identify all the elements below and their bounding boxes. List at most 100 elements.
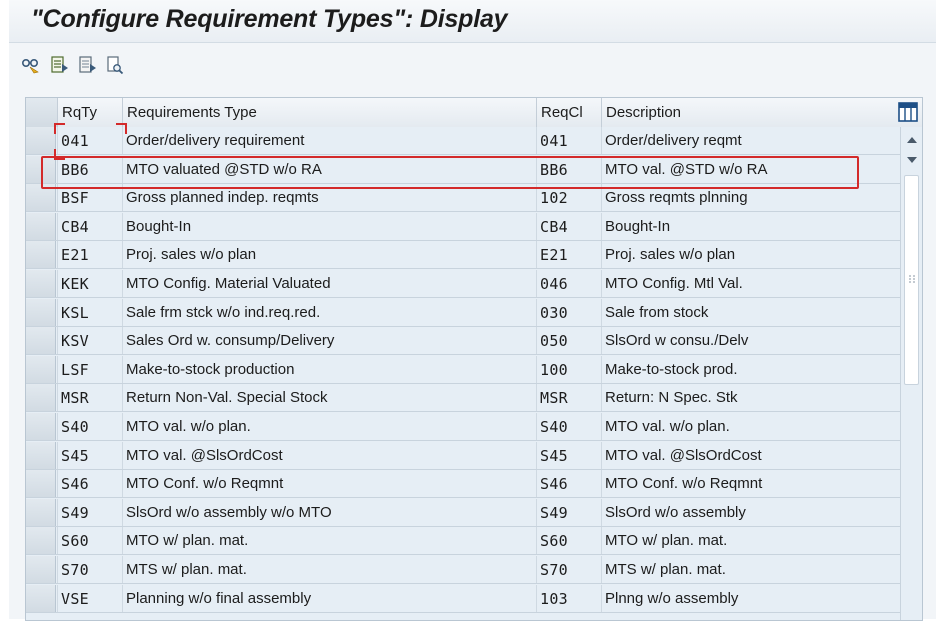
table-row[interactable]: VSE Planning w/o final assembly 103 Plnng w…: [26, 584, 900, 613]
cell-description: Order/delivery reqmt: [601, 127, 900, 154]
column-header-rqty[interactable]: RqTy: [57, 98, 122, 127]
cell-reqcl: 030: [536, 298, 601, 326]
table-row[interactable]: BB6 MTO valuated @STD w/o RA BB6 MTO val. @…: [26, 155, 900, 184]
cell-description: Sale from stock: [601, 298, 900, 326]
cell-requirements-type: Planning w/o final assembly: [122, 584, 536, 612]
cell-requirements-type: MTS w/ plan. mat.: [122, 556, 536, 583]
row-selector[interactable]: [26, 470, 56, 498]
table-row[interactable]: KEK MTO Config. Material Valuated 046 MTO C…: [26, 270, 900, 298]
cell-reqcl: MSR: [536, 384, 601, 412]
focus-corner-bottom-left: [54, 149, 65, 160]
table-row[interactable]: S45 MTO val. @SlsOrdCost S45 MTO val. @SlsO…: [26, 441, 900, 470]
cell-rqty: VSE: [57, 584, 122, 612]
cell-rqty: S70: [57, 556, 122, 583]
row-selector[interactable]: [26, 498, 56, 526]
table-row[interactable]: S46 MTO Conf. w/o Reqmnt S46 MTO Conf. w/o …: [26, 470, 900, 499]
cell-rqty: KEK: [57, 270, 122, 297]
table-row[interactable]: S49 SlsOrd w/o assembly w/o MTO S49 SlsOrd …: [26, 498, 900, 527]
vertical-scrollbar[interactable]: [900, 127, 922, 620]
cell-reqcl: 046: [536, 270, 601, 297]
column-header-reqcl[interactable]: ReqCl: [536, 98, 601, 127]
column-header-requirements-type[interactable]: Requirements Type: [122, 98, 536, 127]
row-selector[interactable]: [26, 355, 56, 383]
cell-reqcl: S46: [536, 470, 601, 498]
window-title: "Configure Requirement Types": Display: [31, 5, 508, 33]
cell-rqty: S60: [57, 527, 122, 555]
table-row[interactable]: LSF Make-to-stock production 100 Make-to-st…: [26, 355, 900, 384]
cell-description: SlsOrd w/o assembly: [601, 498, 900, 526]
deselect-all-icon[interactable]: [77, 55, 97, 75]
row-selector[interactable]: [26, 184, 56, 212]
scroll-down-icon[interactable]: [905, 153, 919, 167]
select-all-icon[interactable]: [49, 55, 69, 75]
select-all-rows-header[interactable]: [26, 98, 57, 127]
cell-reqcl: 103: [536, 584, 601, 612]
row-selector[interactable]: [26, 384, 56, 412]
cell-requirements-type: Gross planned indep. reqmts: [122, 184, 536, 212]
cell-reqcl: 100: [536, 355, 601, 383]
cell-requirements-type: Sales Ord w. consump/Delivery: [122, 327, 536, 355]
table-row[interactable]: 041 Order/delivery requirement 041 Order/de…: [26, 127, 900, 155]
table-row[interactable]: MSR Return Non-Val. Special Stock MSR Retur…: [26, 384, 900, 413]
cell-reqcl: CB4: [536, 212, 601, 240]
cell-reqcl: E21: [536, 241, 601, 269]
cell-requirements-type: Make-to-stock production: [122, 355, 536, 383]
title-bar: "Configure Requirement Types": Display: [9, 0, 936, 43]
row-selector[interactable]: [26, 270, 56, 297]
cell-requirements-type: Return Non-Val. Special Stock: [122, 384, 536, 412]
row-selector[interactable]: [26, 155, 56, 183]
cell-description: MTO Config. Mtl Val.: [601, 270, 900, 297]
cell-rqty: S45: [57, 441, 122, 469]
cell-requirements-type: MTO Config. Material Valuated: [122, 270, 536, 297]
row-selector[interactable]: [26, 327, 56, 355]
cell-description: Plnng w/o assembly: [601, 584, 900, 612]
row-selector[interactable]: [26, 584, 56, 612]
cell-requirements-type: Order/delivery requirement: [122, 127, 536, 154]
cell-rqty: S40: [57, 413, 122, 440]
cell-reqcl: S60: [536, 527, 601, 555]
cell-rqty: BSF: [57, 184, 122, 212]
table-row[interactable]: KSL Sale frm stck w/o ind.req.red. 030 Sale…: [26, 298, 900, 327]
row-selector[interactable]: [26, 298, 56, 326]
scroll-thumb[interactable]: [904, 175, 919, 385]
cell-requirements-type: MTO val. w/o plan.: [122, 413, 536, 440]
cell-reqcl: S40: [536, 413, 601, 440]
row-selector[interactable]: [26, 527, 56, 555]
cell-reqcl: 050: [536, 327, 601, 355]
print-preview-icon[interactable]: [105, 55, 125, 75]
table-row[interactable]: E21 Proj. sales w/o plan E21 Proj. sales w/…: [26, 241, 900, 270]
table-row[interactable]: S60 MTO w/ plan. mat. S60 MTO w/ plan. mat.: [26, 527, 900, 556]
column-settings-icon[interactable]: [898, 102, 918, 122]
table-row[interactable]: KSV Sales Ord w. consump/Delivery 050 SlsOr…: [26, 327, 900, 356]
cell-reqcl: 102: [536, 184, 601, 212]
column-header-description[interactable]: Description: [601, 98, 900, 127]
cell-rqty: 041: [57, 127, 122, 154]
cell-description: MTO w/ plan. mat.: [601, 527, 900, 555]
cell-description: MTS w/ plan. mat.: [601, 556, 900, 583]
cell-requirements-type: MTO valuated @STD w/o RA: [122, 155, 536, 183]
toolbar: [9, 43, 936, 87]
cell-rqty: CB4: [57, 212, 122, 240]
table-row[interactable]: S70 MTS w/ plan. mat. S70 MTS w/ plan. mat.: [26, 556, 900, 584]
row-selector[interactable]: [26, 241, 56, 269]
cell-requirements-type: Sale frm stck w/o ind.req.red.: [122, 298, 536, 326]
scroll-up-icon[interactable]: [905, 133, 919, 147]
row-selector[interactable]: [26, 212, 56, 240]
table-row[interactable]: S40 MTO val. w/o plan. S40 MTO val. w/o pla…: [26, 413, 900, 441]
row-selector[interactable]: [26, 127, 56, 154]
cell-reqcl: S70: [536, 556, 601, 583]
glasses-display-icon[interactable]: [21, 55, 41, 75]
scroll-grip-icon: [909, 275, 915, 283]
row-selector[interactable]: [26, 556, 56, 583]
focus-corner-top-left: [54, 123, 65, 134]
cell-rqty: KSV: [57, 327, 122, 355]
table-row[interactable]: CB4 Bought-In CB4 Bought-In: [26, 212, 900, 241]
cell-description: MTO Conf. w/o Reqmnt: [601, 470, 900, 498]
row-selector[interactable]: [26, 413, 56, 440]
cell-rqty: S46: [57, 470, 122, 498]
table-row[interactable]: BSF Gross planned indep. reqmts 102 Gross r…: [26, 184, 900, 213]
cell-description: Gross reqmts plnning: [601, 184, 900, 212]
cell-reqcl: S45: [536, 441, 601, 469]
cell-requirements-type: SlsOrd w/o assembly w/o MTO: [122, 498, 536, 526]
row-selector[interactable]: [26, 441, 56, 469]
